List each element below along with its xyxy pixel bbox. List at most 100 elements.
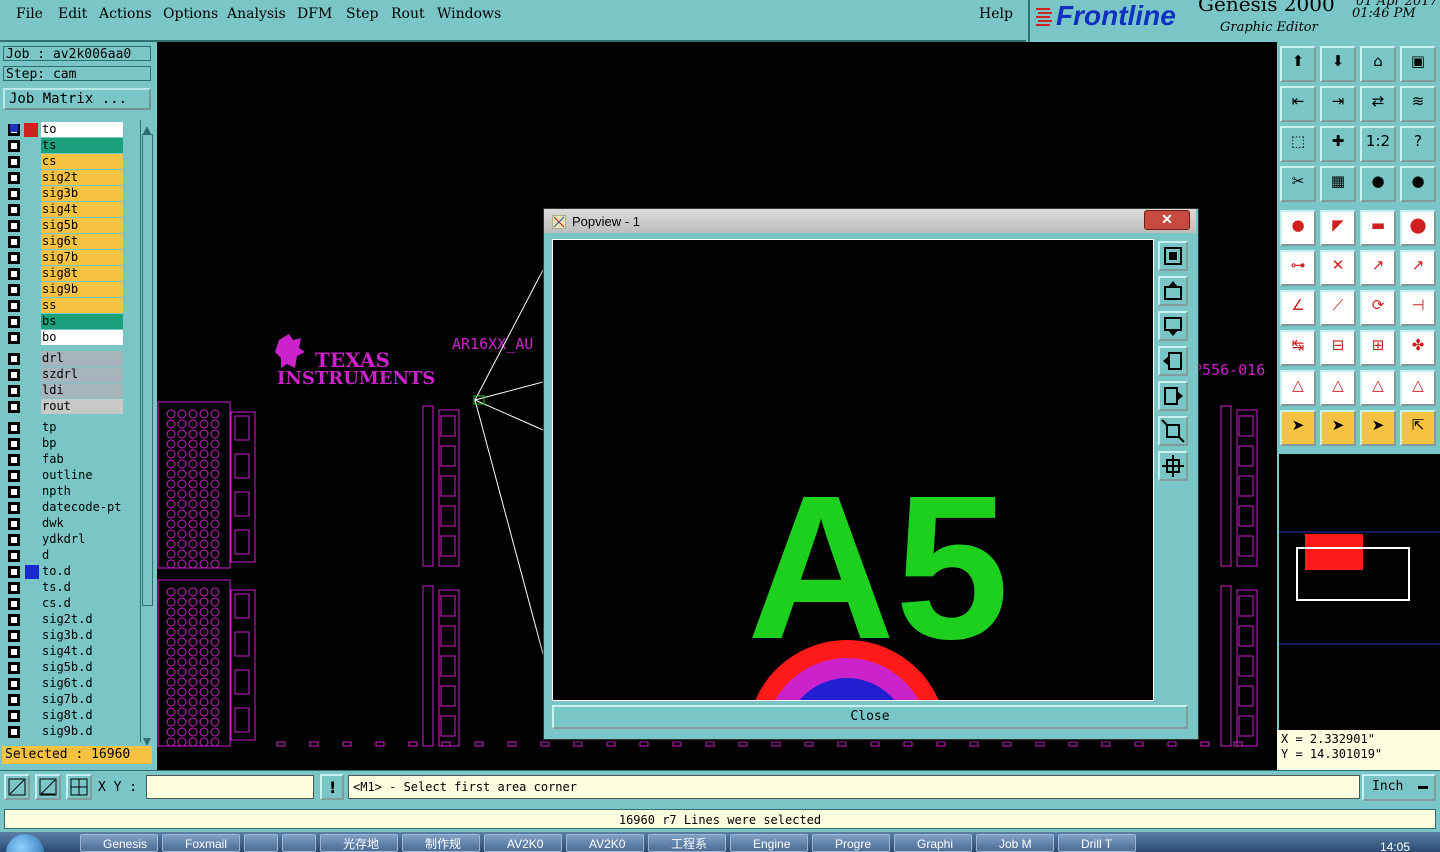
layer-checkbox-icon[interactable] — [8, 630, 20, 642]
taskbar-item[interactable]: 光存地 — [320, 834, 398, 852]
select-net-icon[interactable]: ⇱ — [1400, 410, 1436, 446]
layer-checkbox-icon[interactable] — [8, 678, 20, 690]
layer-checkbox-icon[interactable] — [8, 502, 20, 514]
layer-checkbox-icon[interactable] — [8, 385, 20, 397]
layer-checkbox-icon[interactable] — [8, 369, 20, 381]
layer-row[interactable]: sig5b.d — [3, 660, 139, 676]
taskbar-item[interactable]: AV2K0 — [566, 834, 644, 852]
copy-icon[interactable]: ↹ — [1280, 330, 1316, 366]
layer-row[interactable]: to.d — [3, 564, 139, 580]
scale-1-2-icon[interactable]: 1:2 — [1360, 126, 1396, 162]
swap-view-icon[interactable]: ⇄ — [1360, 86, 1396, 122]
popview-close-button[interactable]: Close — [552, 705, 1188, 729]
menu-file[interactable]: File — [16, 6, 43, 22]
layer-checkbox-icon[interactable] — [8, 300, 20, 312]
move-node-icon[interactable]: ↗ — [1360, 250, 1396, 286]
layer-row[interactable]: sig4t.d — [3, 644, 139, 660]
layer-checkbox-icon[interactable] — [8, 236, 20, 248]
layer-checkbox-icon[interactable] — [8, 204, 20, 216]
layer-row[interactable]: sig9b — [3, 282, 139, 298]
add-node-icon[interactable]: ↗ — [1400, 250, 1436, 286]
layer-row[interactable]: ydkdrl — [3, 532, 139, 548]
layer-row[interactable]: datecode-pt — [3, 500, 139, 516]
layer-checkbox-icon[interactable] — [8, 518, 20, 530]
menu-step[interactable]: Step — [346, 6, 378, 22]
popview-zoom-in-icon[interactable] — [1158, 451, 1188, 481]
snap-mode-icon[interactable] — [4, 774, 30, 800]
connect-icon[interactable]: ⊶ — [1280, 250, 1316, 286]
xy-input[interactable] — [146, 775, 314, 799]
layer-checkbox-icon[interactable] — [8, 598, 20, 610]
taskbar-item[interactable]: Graphi — [894, 834, 972, 852]
taskbar-item[interactable]: 制作规 — [402, 834, 480, 852]
board-overview[interactable] — [1279, 454, 1440, 730]
add-pad-icon[interactable]: ● — [1280, 210, 1316, 246]
redraw-icon[interactable]: ≋ — [1400, 86, 1436, 122]
layer-row[interactable]: outline — [3, 468, 139, 484]
add-line-icon[interactable]: ◤ — [1320, 210, 1356, 246]
menu-dfm[interactable]: DFM — [297, 6, 332, 22]
layer-row[interactable]: ts.d — [3, 580, 139, 596]
layer-row[interactable]: sig5b — [3, 218, 139, 234]
taskbar-item[interactable]: Job M — [976, 834, 1054, 852]
layer-checkbox-icon[interactable] — [8, 401, 20, 413]
popview-zoom-window-icon[interactable] — [1158, 241, 1188, 271]
polygon-arc-icon[interactable]: △ — [1320, 370, 1356, 406]
layer-row[interactable]: bp — [3, 436, 139, 452]
layer-checkbox-icon[interactable] — [8, 172, 20, 184]
layer-checkbox-icon[interactable] — [8, 316, 20, 328]
layer-row[interactable]: ts — [3, 138, 139, 154]
popview-zoom-out-icon[interactable] — [1158, 416, 1188, 446]
layer-checkbox-icon[interactable] — [8, 422, 20, 434]
menu-analysis[interactable]: Analysis — [227, 6, 286, 22]
select-poly-icon[interactable]: ➤ — [1360, 410, 1396, 446]
layer-row[interactable]: cs — [3, 154, 139, 170]
layer-row[interactable]: sig2t.d — [3, 612, 139, 628]
layer-row[interactable]: bo — [3, 330, 139, 346]
layer-row[interactable]: drl — [3, 351, 139, 367]
layer-checkbox-icon[interactable] — [8, 332, 20, 344]
layer-checkbox-icon[interactable] — [8, 454, 20, 466]
scroll-down-icon[interactable] — [142, 732, 152, 746]
start-button[interactable] — [6, 834, 44, 852]
taskbar-item[interactable]: Genesis — [80, 834, 158, 852]
unit-selector[interactable]: Inch — [1362, 774, 1436, 801]
popview-pan-right-icon[interactable] — [1158, 381, 1188, 411]
layer-checkbox-icon[interactable] — [8, 646, 20, 658]
taskbar-item[interactable]: 工程系 — [648, 834, 726, 852]
layer-checkbox-icon[interactable] — [8, 438, 20, 450]
polygon-icon[interactable]: △ — [1280, 370, 1316, 406]
layer-checkbox-icon[interactable] — [8, 268, 20, 280]
layer-row[interactable]: sig7b — [3, 250, 139, 266]
popview-pan-left-icon[interactable] — [1158, 346, 1188, 376]
grid-mode-icon[interactable] — [66, 774, 92, 800]
add-circle-icon[interactable]: ⬤ — [1400, 210, 1436, 246]
arc-icon[interactable]: ⟳ — [1360, 290, 1396, 326]
layer-row[interactable]: sig9b.d — [3, 724, 139, 740]
layer-row[interactable]: sig6t — [3, 234, 139, 250]
delete-icon[interactable]: ✕ — [1320, 250, 1356, 286]
taskbar-item[interactable] — [244, 834, 278, 852]
layer-row[interactable]: sig3b.d — [3, 628, 139, 644]
zoom-home-icon[interactable]: ⬆ — [1280, 46, 1316, 82]
popview-canvas[interactable]: A5 — [552, 239, 1154, 701]
break-icon[interactable]: ⊞ — [1360, 330, 1396, 366]
layer-checkbox-icon[interactable] — [8, 470, 20, 482]
group-icon[interactable]: ✤ — [1400, 330, 1436, 366]
center-icon[interactable]: ✚ — [1320, 126, 1356, 162]
layer-row[interactable]: sig3b — [3, 186, 139, 202]
layer-row[interactable]: tp — [3, 420, 139, 436]
snap-pad-icon[interactable]: ● — [1360, 166, 1396, 202]
layer-row[interactable]: sig8t.d — [3, 708, 139, 724]
popview-pan-down-icon[interactable] — [1158, 311, 1188, 341]
layer-checkbox-icon[interactable] — [8, 252, 20, 264]
home-view-icon[interactable]: ⌂ — [1360, 46, 1396, 82]
fit-all-icon[interactable]: ⬚ — [1280, 126, 1316, 162]
fit-window-icon[interactable]: ▣ — [1400, 46, 1436, 82]
taskbar-item[interactable]: Progre — [812, 834, 890, 852]
layer-row[interactable]: fab — [3, 452, 139, 468]
layer-checkbox-icon[interactable] — [8, 614, 20, 626]
polygon-edit-icon[interactable]: △ — [1400, 370, 1436, 406]
layer-row[interactable]: sig6t.d — [3, 676, 139, 692]
split-icon[interactable]: ⊟ — [1320, 330, 1356, 366]
